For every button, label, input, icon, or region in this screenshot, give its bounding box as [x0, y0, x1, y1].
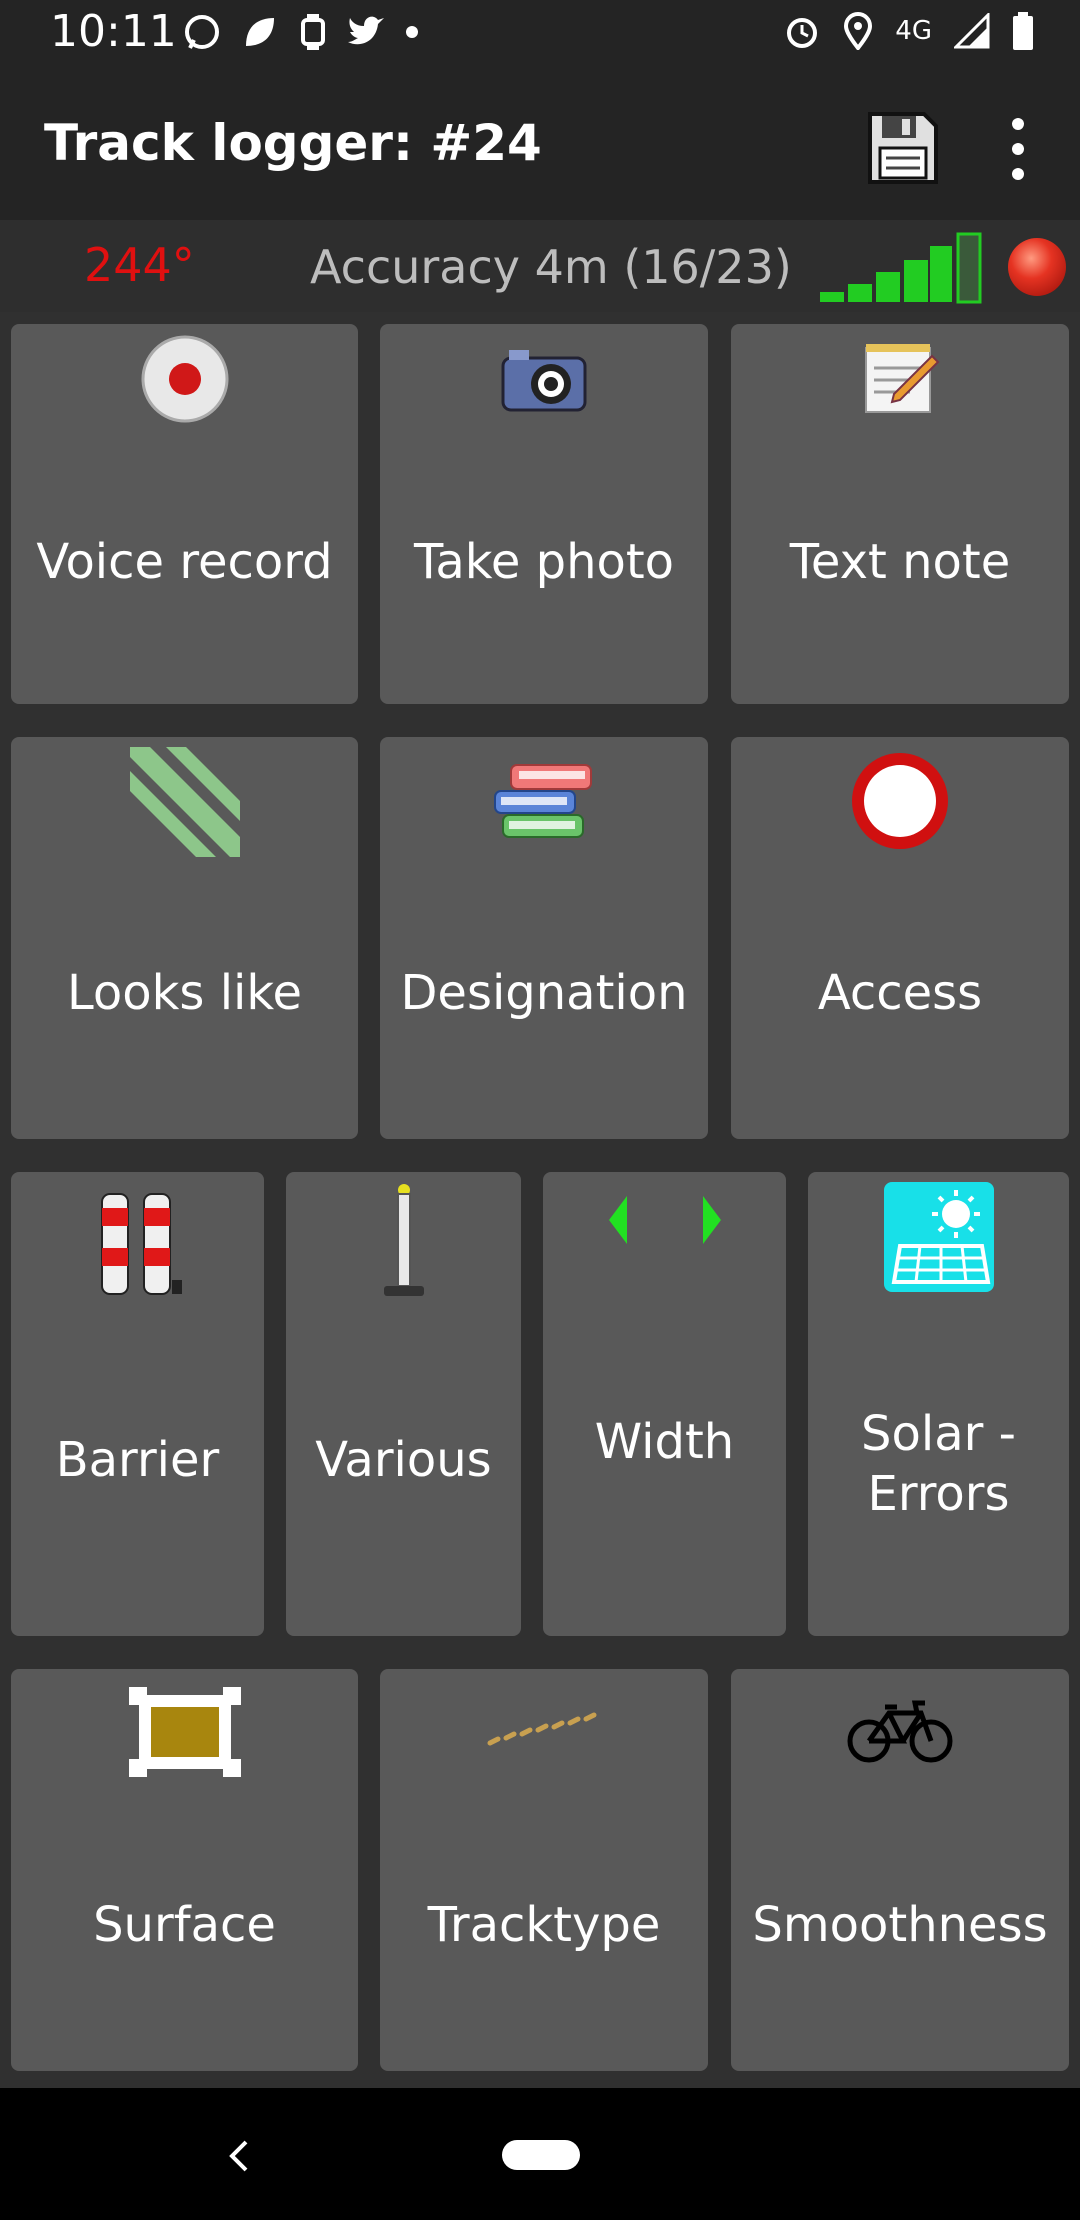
alarm-icon: [787, 18, 818, 48]
gps-info-bar: 244° Accuracy 4m (16/23): [0, 220, 1080, 312]
barrier-button[interactable]: Barrier: [11, 1172, 264, 1636]
surface-square-icon: [128, 1687, 241, 1777]
home-pill-button[interactable]: [502, 2140, 580, 2170]
text-note-button[interactable]: Text note: [731, 324, 1069, 704]
tracktype-button[interactable]: Tracktype: [380, 1669, 708, 2071]
recording-indicator-icon: [1008, 238, 1066, 296]
tile-label: Barrier: [55, 1432, 220, 1488]
more-options-button[interactable]: [990, 114, 1046, 184]
tile-label: Designation: [400, 965, 688, 1021]
tile-label: Access: [817, 965, 983, 1021]
leaf-icon: [246, 18, 274, 46]
designation-button[interactable]: Designation: [380, 737, 708, 1139]
stripes-icon: [129, 747, 240, 857]
tile-label: Surface: [93, 1897, 276, 1953]
various-button[interactable]: Various: [286, 1172, 521, 1636]
dot-icon: [406, 26, 418, 38]
save-icon: [868, 112, 938, 184]
take-photo-button[interactable]: Take photo: [380, 324, 708, 704]
post-icon: [383, 1184, 424, 1296]
bollards-icon: [100, 1193, 182, 1295]
tile-label: Various: [315, 1432, 492, 1488]
network-type: 4G: [895, 16, 932, 46]
track-dashes-icon: [487, 1712, 597, 1746]
tile-label: Smoothness: [752, 1897, 1048, 1953]
solar-errors-button[interactable]: Solar - Errors: [808, 1172, 1069, 1636]
system-icons: 4G: [783, 12, 1034, 50]
whatsapp-icon: [185, 15, 219, 49]
page-title: Track logger: #24: [44, 114, 542, 172]
tile-label: Solar - Errors: [861, 1406, 1016, 1522]
books-icon: [494, 764, 592, 838]
smoothness-button[interactable]: Smoothness: [731, 1669, 1069, 2071]
app-bar: Track logger: #24: [0, 64, 1080, 220]
more-vert-icon: [1012, 118, 1024, 180]
status-bar: 10:11 4G: [0, 0, 1080, 64]
camera-icon: [501, 350, 587, 412]
notepad-icon: [865, 344, 940, 413]
surface-button[interactable]: Surface: [11, 1669, 358, 2071]
save-button[interactable]: [862, 108, 942, 188]
system-nav-bar: [0, 2088, 1080, 2220]
signal-icon: [954, 13, 990, 49]
bicycle-icon: [847, 1700, 953, 1763]
watch-icon: [301, 14, 325, 50]
record-icon: [141, 335, 228, 423]
tile-label: Text note: [789, 534, 1011, 590]
tile-label: Take photo: [413, 534, 675, 590]
width-button[interactable]: Width: [543, 1172, 786, 1636]
back-icon[interactable]: [222, 2136, 256, 2176]
looks-like-button[interactable]: Looks like: [11, 737, 358, 1139]
no-entry-icon: [852, 753, 948, 849]
status-time: 10:11: [50, 6, 177, 57]
gps-signal-icon: [820, 232, 982, 304]
tile-label: Width: [594, 1414, 735, 1470]
notification-icons: [182, 12, 420, 52]
tile-label: Looks like: [67, 965, 302, 1021]
solar-panel-icon: [883, 1182, 994, 1292]
tile-label: Voice record: [36, 534, 333, 590]
width-arrows-icon: [608, 1196, 721, 1244]
twitter-icon: [348, 16, 384, 45]
access-button[interactable]: Access: [731, 737, 1069, 1139]
location-icon: [844, 12, 873, 50]
voice-record-button[interactable]: Voice record: [11, 324, 358, 704]
tile-label: Tracktype: [427, 1897, 661, 1953]
battery-icon: [1013, 12, 1033, 50]
heading-value: 244°: [84, 238, 195, 292]
accuracy-text: Accuracy 4m (16/23): [310, 240, 792, 294]
